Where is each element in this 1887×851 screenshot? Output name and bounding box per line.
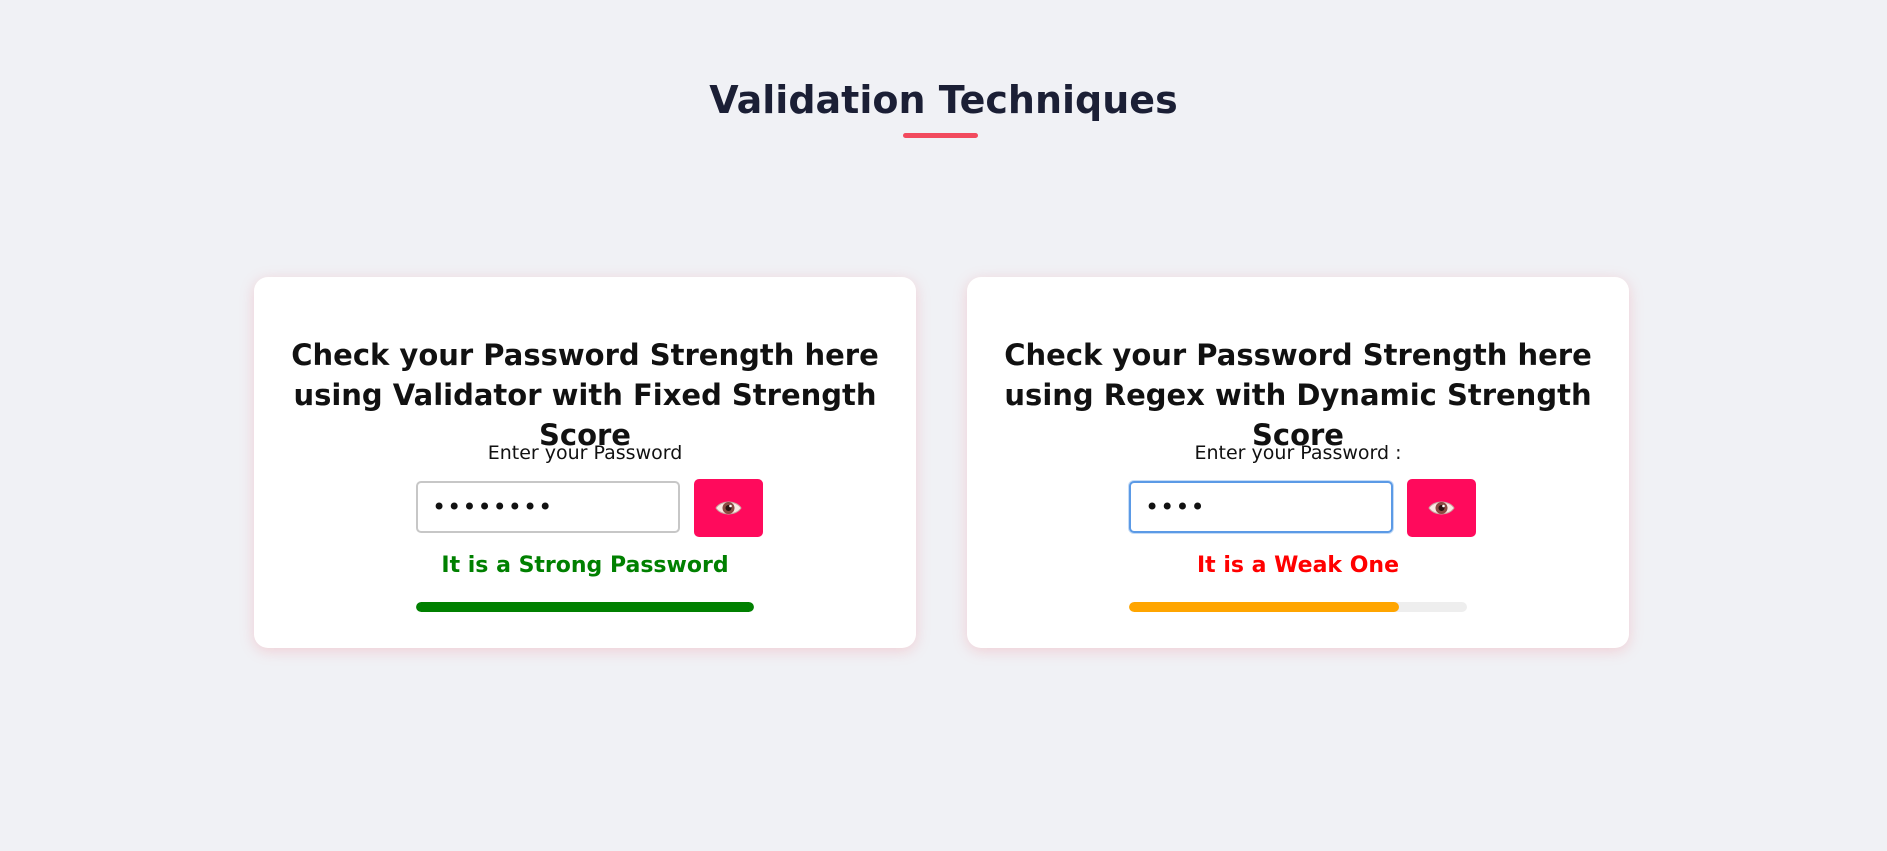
card-heading: Check your Password Strength here using … [291,338,879,452]
validator-strength-card: Check your Password Strength here using … [254,277,916,648]
page: Validation Techniques Check your Passwor… [0,0,1887,851]
page-title: Validation Techniques [709,78,1178,122]
password-input[interactable] [416,481,680,533]
regex-strength-card: Check your Password Strength here using … [967,277,1629,648]
title-underline [903,133,978,138]
password-input[interactable] [1129,481,1393,533]
strength-meter-fill [416,602,754,612]
strength-meter [416,602,754,612]
strength-status: It is a Weak One [1197,553,1399,578]
show-password-button[interactable] [1407,479,1476,537]
card-heading: Check your Password Strength here using … [1004,338,1592,452]
strength-meter [1129,602,1467,612]
eye-icon [715,501,742,515]
strength-status: It is a Strong Password [441,553,729,578]
eye-icon [1428,501,1455,515]
password-label: Enter your Password [487,442,683,464]
strength-meter-fill [1129,602,1400,612]
password-label: Enter your Password : [1194,442,1402,464]
show-password-button[interactable] [694,479,763,537]
